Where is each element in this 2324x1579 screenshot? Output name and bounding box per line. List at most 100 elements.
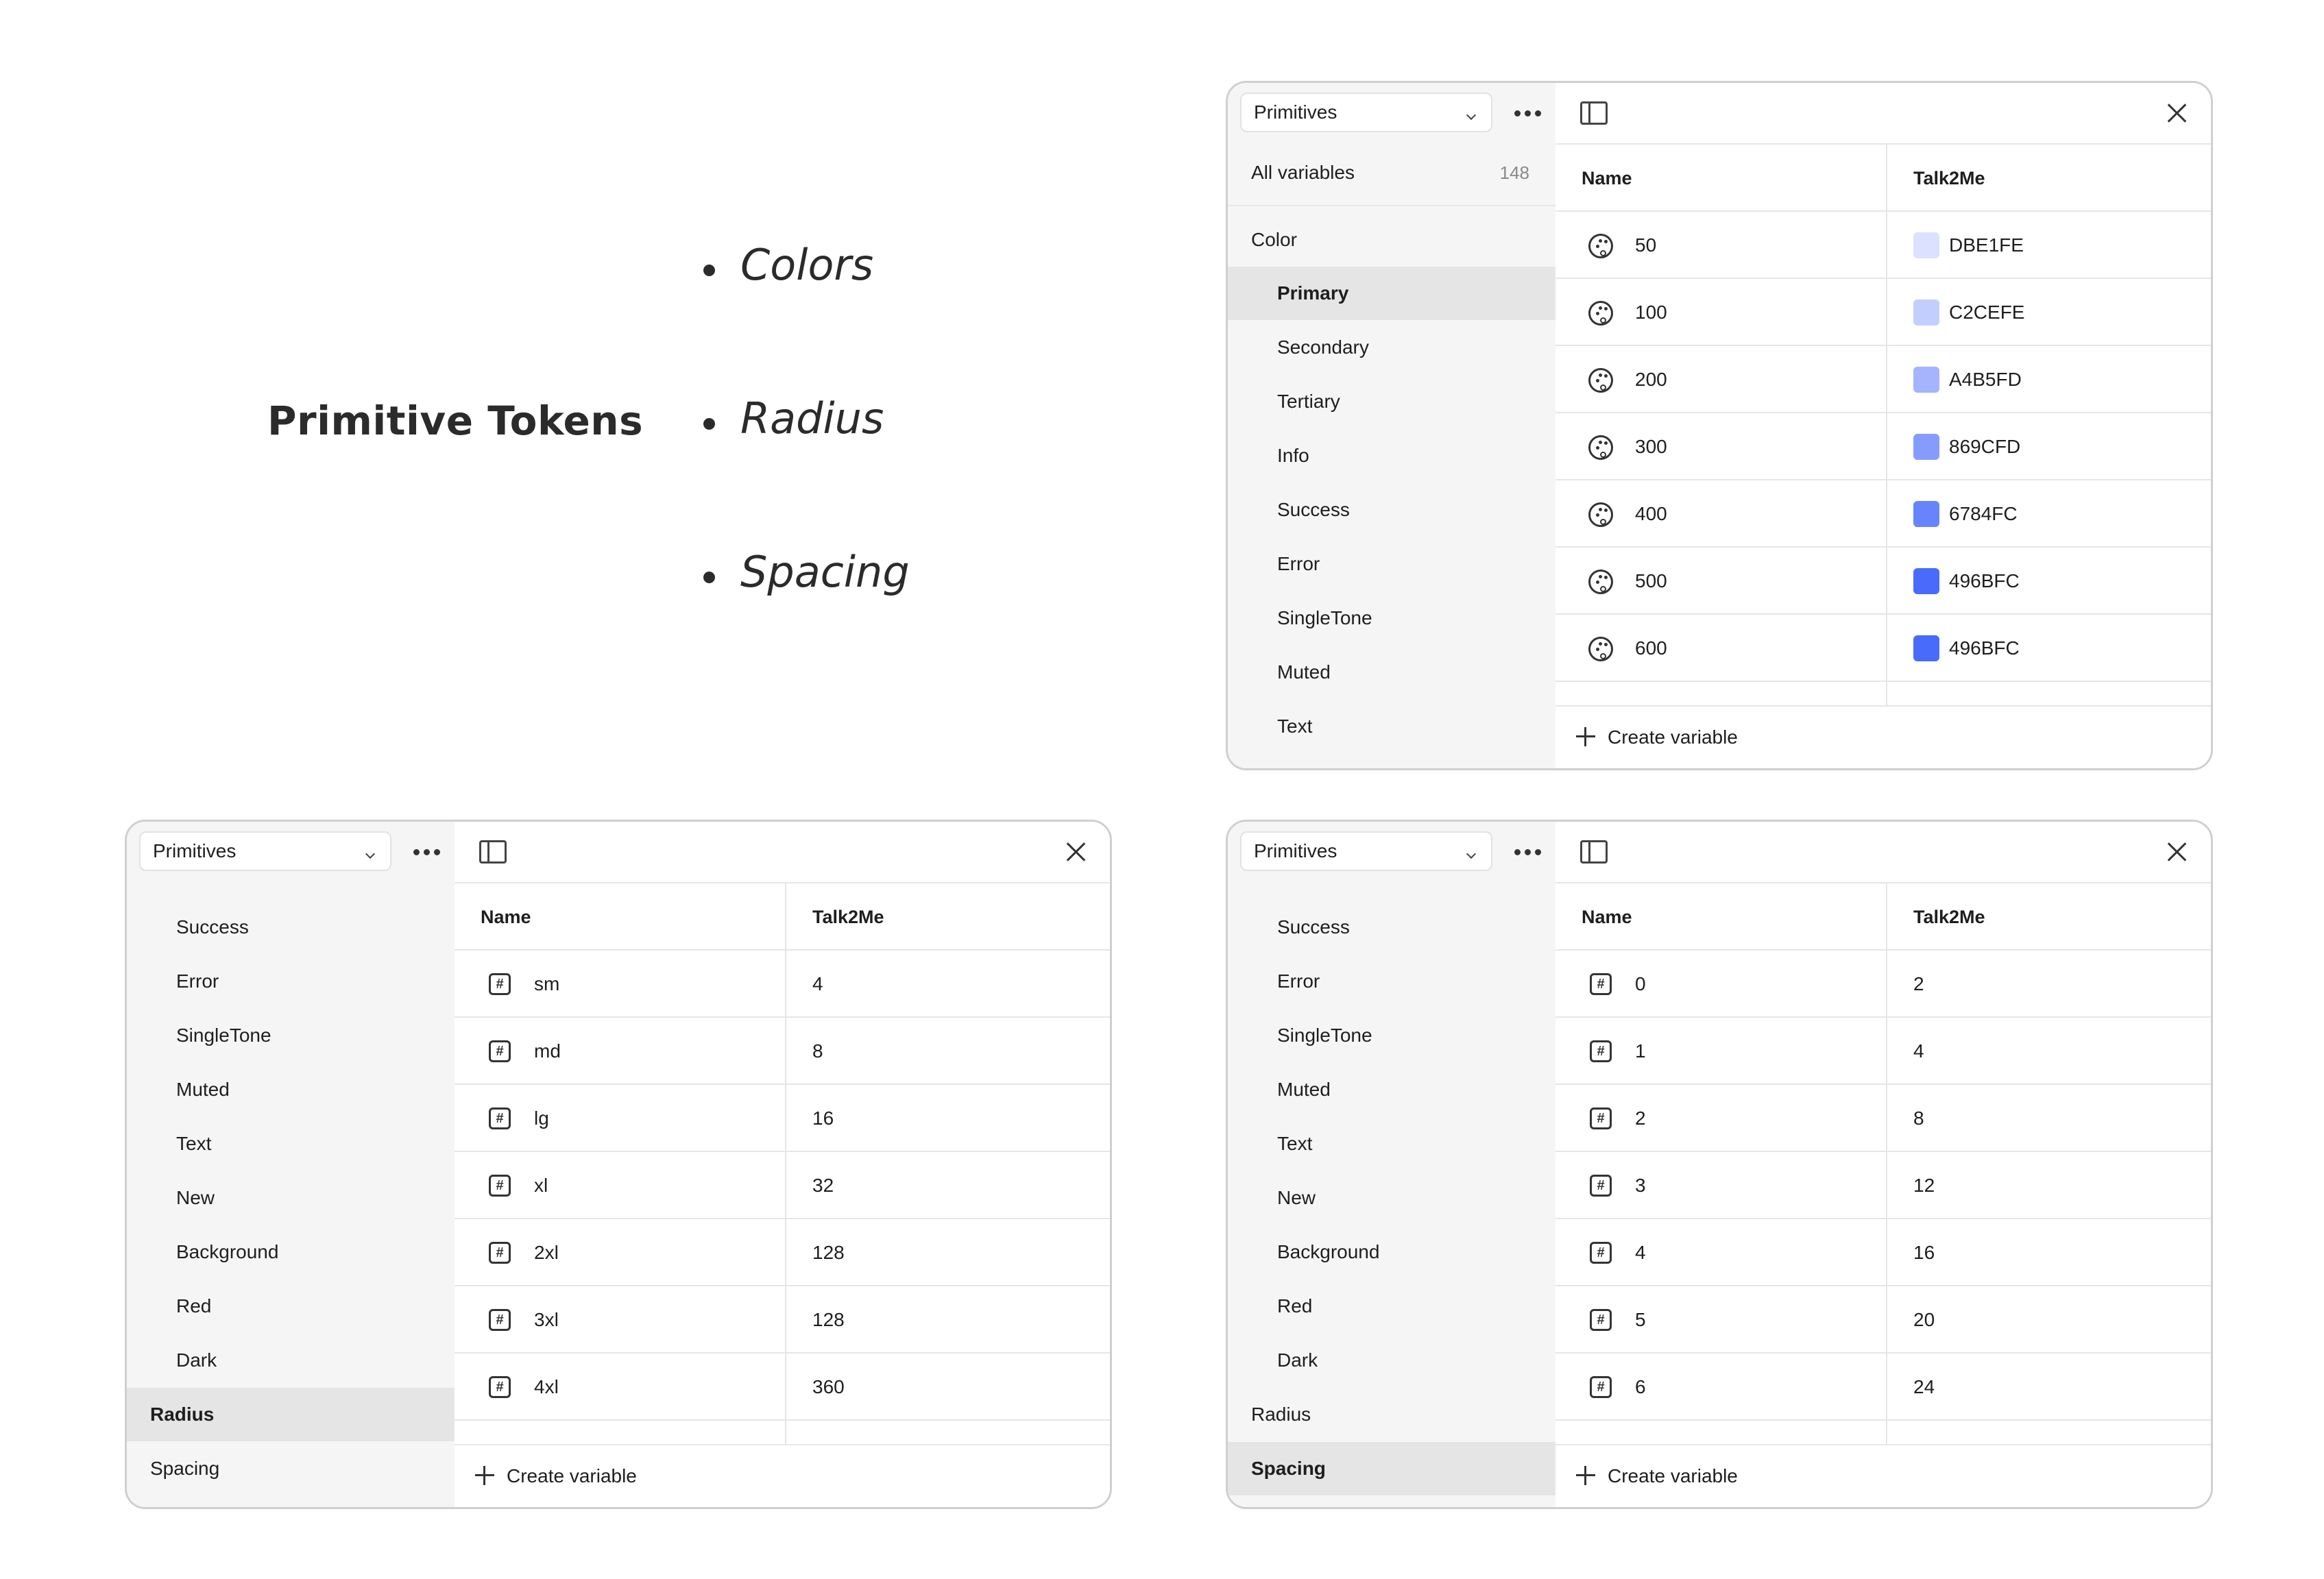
collection-dropdown[interactable]: Primitives [1240,831,1492,871]
sidebar-item-success[interactable]: Success [1228,901,1556,954]
table-row[interactable]: # 5 20 [1556,1286,2211,1354]
table-row[interactable]: 500 496BFC [1556,548,2211,615]
close-icon[interactable] [2163,838,2190,866]
table-row[interactable]: 600 496BFC [1556,615,2211,682]
sidebar-item-success[interactable]: Success [1228,483,1556,537]
sidebar-item-dark[interactable]: Dark [1228,1334,1556,1387]
variable-value[interactable]: 20 [1913,1286,1935,1354]
color-swatch[interactable] [1913,635,1939,661]
create-variable-button[interactable]: Create variable [455,1444,1110,1507]
variable-value[interactable]: 128 [812,1219,845,1286]
variable-value[interactable]: 12 [1913,1152,1935,1219]
table-row[interactable]: # 1 4 [1556,1018,2211,1085]
color-swatch[interactable] [1913,367,1939,393]
table-row[interactable]: # 4 16 [1556,1219,2211,1286]
sidebar-item-secondary[interactable]: Secondary [1228,321,1556,374]
sidebar-item-radius[interactable]: Radius [1228,1388,1556,1441]
table-row[interactable]: 400 6784FC [1556,480,2211,548]
plus-icon [1576,727,1595,746]
sidebar-item-red[interactable]: Red [1228,1280,1556,1333]
sidebar-item-background[interactable]: Background [127,1225,455,1279]
table-row[interactable]: # 2xl 128 [455,1219,1110,1286]
table-row[interactable]: # 3xl 128 [455,1286,1110,1354]
color-swatch[interactable] [1913,434,1939,460]
color-swatch[interactable] [1913,501,1939,527]
variable-name: 400 [1635,503,1667,524]
sidebar-item-background[interactable]: Background [1228,1225,1556,1279]
variable-value[interactable]: 2 [1913,951,1924,1018]
sidebar-item-error[interactable]: Error [1228,955,1556,1008]
table-row[interactable]: 50 DBE1FE [1556,212,2211,279]
table-row[interactable]: # 4xl 360 [455,1354,1110,1421]
close-icon[interactable] [1062,838,1089,866]
table-row[interactable]: # 3 12 [1556,1152,2211,1219]
sidebar-item-new[interactable]: New [1228,1171,1556,1225]
sidebar-item-spacing[interactable]: Spacing [127,1442,455,1495]
sidebar-item-error[interactable]: Error [127,955,455,1008]
sidebar-item-singletone[interactable]: SingleTone [127,1009,455,1062]
sidebar-item-tertiary[interactable]: Tertiary [1228,375,1556,428]
sidebar-item-new[interactable]: New [127,1171,455,1225]
table-row[interactable]: # xl 32 [455,1152,1110,1219]
sidebar-item-success[interactable]: Success [127,901,455,954]
table-row[interactable]: # 2 8 [1556,1085,2211,1152]
variable-value[interactable]: 360 [812,1354,845,1421]
sidebar-item-all-variables[interactable]: All variables 148 [1228,146,1556,199]
variable-value[interactable]: 32 [812,1152,834,1219]
variable-value[interactable]: 128 [812,1286,845,1354]
sidebar-item-error[interactable]: Error [1228,537,1556,591]
variable-value[interactable]: 8 [1913,1085,1924,1152]
sidebar-item-text[interactable]: Text [1228,700,1556,753]
table-row[interactable]: # lg 16 [455,1085,1110,1152]
sidebar-item-color[interactable]: Color [1228,213,1556,267]
table-row[interactable]: 200 A4B5FD [1556,346,2211,413]
color-swatch[interactable] [1913,232,1939,258]
sidebar-item-dark[interactable]: Dark [127,1334,455,1387]
table-row[interactable]: # sm 4 [455,951,1110,1018]
sidebar-item-muted[interactable]: Muted [127,1063,455,1116]
color-swatch[interactable] [1913,568,1939,594]
sidebar-item-radius[interactable]: Radius [127,1388,455,1441]
variable-value[interactable]: 8 [812,1018,823,1085]
variable-value[interactable]: 4 [812,951,823,1018]
sidebar-item-singletone[interactable]: SingleTone [1228,591,1556,645]
toggle-sidebar-icon[interactable] [1580,101,1608,125]
create-variable-button[interactable]: Create variable [1556,705,2211,768]
collection-dropdown[interactable]: Primitives [1240,93,1492,132]
sidebar-item-primary[interactable]: Primary [1228,267,1556,320]
sidebar-item-red[interactable]: Red [127,1280,455,1333]
collection-name: Primitives [153,840,237,861]
sidebar-item-muted[interactable]: Muted [1228,1063,1556,1116]
create-variable-button[interactable]: Create variable [1556,1444,2211,1507]
collection-dropdown[interactable]: Primitives [139,831,391,871]
palette-icon [1588,435,1613,460]
sidebar-item-spacing[interactable]: Spacing [1228,1442,1556,1495]
variable-value[interactable]: 16 [812,1085,834,1152]
sidebar-item-info[interactable]: Info [1228,429,1556,482]
sidebar-item-singletone[interactable]: SingleTone [1228,1009,1556,1062]
variable-name: 0 [1635,973,1646,994]
sidebar-item-muted[interactable]: Muted [1228,646,1556,699]
sidebar-item-text[interactable]: Text [127,1117,455,1171]
table-row[interactable]: 100 C2CEFE [1556,279,2211,346]
more-options-icon[interactable] [413,849,441,856]
column-header-mode[interactable]: Talk2Me [812,883,884,951]
sidebar-item-text[interactable]: Text [1228,1117,1556,1171]
close-icon[interactable] [2163,99,2190,127]
variable-value[interactable]: 24 [1913,1354,1935,1421]
toggle-sidebar-icon[interactable] [479,840,507,864]
column-header-mode[interactable]: Talk2Me [1913,883,1985,951]
toggle-sidebar-icon[interactable] [1580,840,1608,864]
table-row[interactable]: 300 869CFD [1556,413,2211,480]
more-options-icon[interactable] [1514,849,1542,856]
sidebar-item-label: All variables [1251,162,1355,183]
table-row[interactable]: # 0 2 [1556,951,2211,1018]
color-swatch[interactable] [1913,299,1939,326]
variable-value[interactable]: 16 [1913,1219,1935,1286]
more-options-icon[interactable] [1514,110,1542,117]
table-row[interactable]: # md 8 [455,1018,1110,1085]
table-row[interactable]: # 6 24 [1556,1354,2211,1421]
column-header-mode[interactable]: Talk2Me [1913,145,1985,212]
variable-value[interactable]: 4 [1913,1018,1924,1085]
variable-name: md [534,1040,561,1062]
